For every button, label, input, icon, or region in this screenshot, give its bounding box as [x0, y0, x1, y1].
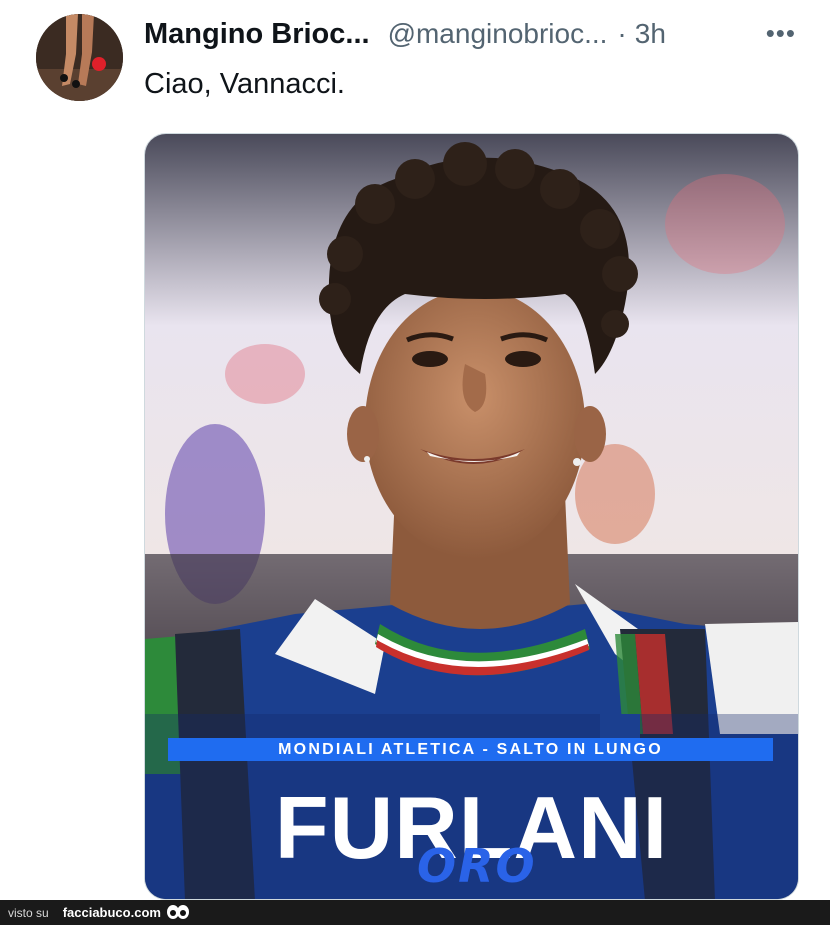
timestamp[interactable]: 3h	[635, 18, 666, 50]
user-handle[interactable]: @manginobrioc...	[388, 18, 608, 50]
tweet-text: Ciao, Vannacci.	[144, 68, 345, 100]
medal-label: ORO	[417, 839, 537, 893]
avatar-image	[36, 14, 123, 101]
caption-banner: MONDIALI ATLETICA - SALTO IN LUNGO	[168, 738, 773, 761]
watermark-visto: visto su	[8, 905, 49, 920]
watermark-site[interactable]: facciabuco.com	[63, 905, 161, 920]
avatar[interactable]	[36, 14, 123, 101]
separator: ·	[617, 18, 627, 49]
eyes-icon	[166, 904, 189, 919]
tweet-media[interactable]: MONDIALI ATLETICA - SALTO IN LUNGO FURLA…	[144, 133, 799, 900]
watermark-bar: visto su facciabuco.com	[0, 900, 830, 925]
display-name[interactable]: Mangino Brioc...	[144, 18, 370, 51]
tweet-header: Mangino Brioc... @manginobrioc... · 3h	[144, 18, 770, 54]
more-horizontal-icon[interactable]: •••	[766, 18, 796, 49]
